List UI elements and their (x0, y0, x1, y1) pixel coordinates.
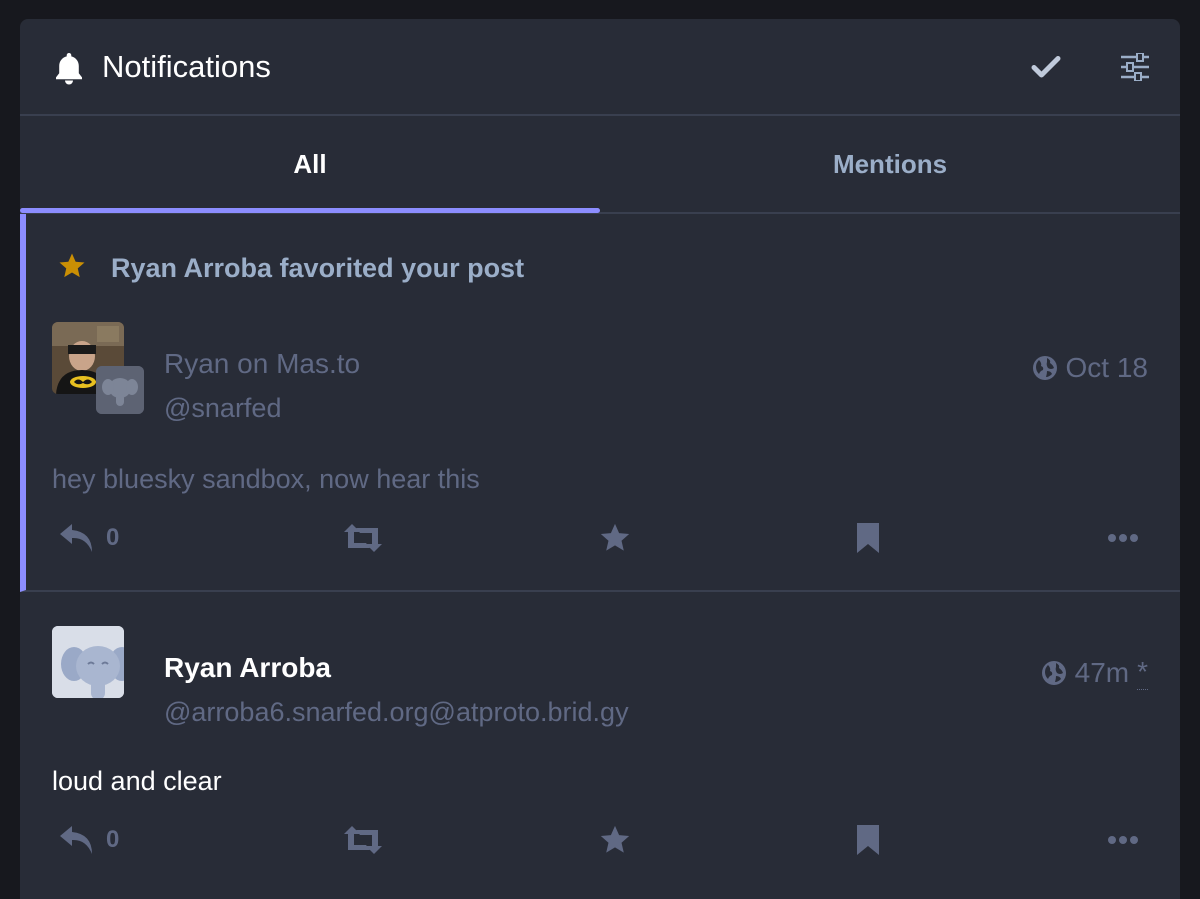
ellipsis-icon (1108, 836, 1138, 844)
column-title: Notifications (102, 49, 271, 84)
avatar-overlay[interactable] (96, 366, 144, 414)
mastodon-elephant-icon (96, 366, 144, 414)
status-content: hey bluesky sandbox, now hear this (52, 464, 480, 494)
notifications-column: Notifications All Mentions Ryan Arroba f… (20, 19, 1180, 899)
tab-all[interactable]: All (20, 116, 600, 212)
reply-icon (60, 826, 92, 854)
notification-message: Ryan Arroba favorited your post (111, 253, 525, 283)
favourite-button[interactable] (597, 518, 633, 558)
boost-button[interactable] (342, 518, 384, 558)
sliders-icon (1121, 53, 1149, 81)
active-tab-indicator (20, 208, 600, 213)
bookmark-button[interactable] (855, 518, 881, 558)
status-action-bar: 0 (52, 820, 1162, 860)
boost-button[interactable] (342, 820, 384, 860)
avatar[interactable] (52, 626, 124, 698)
bookmark-button[interactable] (855, 820, 881, 860)
favourite-button[interactable] (597, 820, 633, 860)
status-timestamp[interactable]: 47m * (1041, 655, 1148, 690)
reply-count: 0 (106, 524, 120, 551)
status-action-bar: 0 (52, 518, 1162, 558)
globe-icon (1041, 660, 1066, 685)
notification-tabs: All Mentions (20, 116, 1180, 214)
boost-icon (344, 524, 382, 552)
reply-button[interactable]: 0 (58, 820, 119, 860)
account-handle[interactable]: @snarfed (164, 392, 281, 424)
ellipsis-icon (1108, 534, 1138, 542)
status-content: loud and clear (52, 766, 222, 796)
check-icon (1031, 56, 1061, 78)
display-name[interactable]: Ryan on Mas.to (164, 347, 360, 381)
notification-favourite[interactable]: Ryan Arroba favorited your post Ryan on … (20, 214, 1180, 592)
boost-icon (344, 826, 382, 854)
column-settings-button[interactable] (1115, 47, 1155, 87)
time-label: 47m (1074, 656, 1130, 688)
tab-mentions[interactable]: Mentions (600, 116, 1180, 212)
reply-icon (60, 524, 92, 552)
globe-icon (1032, 356, 1057, 380)
account-handle[interactable]: @arroba6.snarfed.org@atproto.brid.gy (164, 696, 629, 728)
more-options-button[interactable] (1108, 820, 1138, 860)
status[interactable]: Ryan Arroba @arroba6.snarfed.org@atproto… (20, 592, 1180, 899)
reply-count: 0 (106, 826, 120, 853)
mark-all-read-button[interactable] (1026, 47, 1066, 87)
star-icon (59, 253, 85, 278)
bell-icon (56, 53, 82, 85)
star-icon (600, 825, 630, 853)
column-header: Notifications (20, 19, 1180, 116)
time-label: Oct 18 (1065, 352, 1148, 383)
mastodon-elephant-icon (52, 626, 124, 698)
star-icon (600, 523, 630, 551)
reply-button[interactable]: 0 (58, 518, 119, 558)
more-options-button[interactable] (1108, 518, 1138, 558)
status-timestamp[interactable]: Oct 18 (1032, 351, 1148, 385)
edited-marker[interactable]: * (1137, 655, 1148, 690)
bookmark-icon (857, 523, 879, 553)
display-name[interactable]: Ryan Arroba (164, 651, 331, 685)
bookmark-icon (857, 825, 879, 855)
